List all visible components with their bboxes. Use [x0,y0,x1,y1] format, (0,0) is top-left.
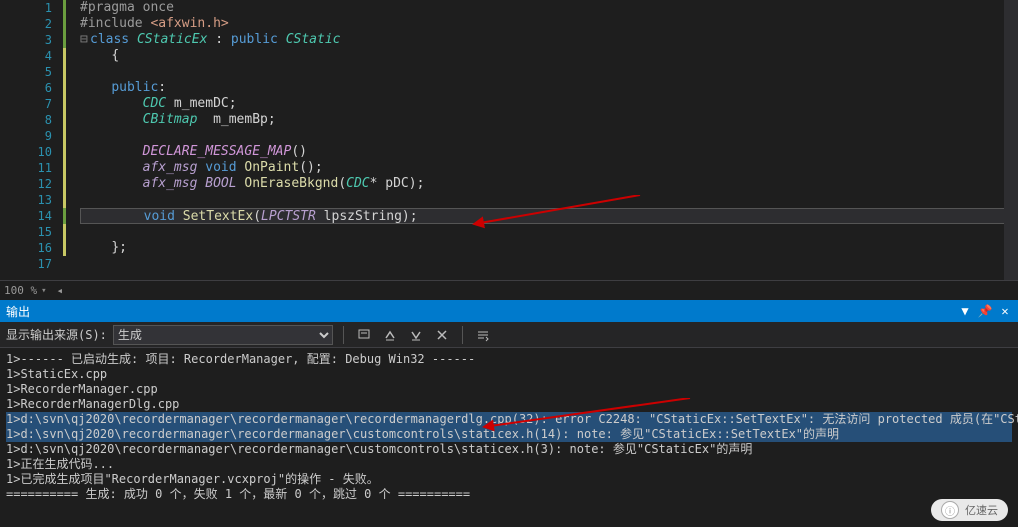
output-panel: 输出 ▼ 📌 ✕ 显示输出来源(S): 生成 1>------ 已启动生成: 项… [0,300,1018,527]
dropdown-icon[interactable]: ▼ [958,304,972,318]
output-line[interactable]: 1>d:\svn\qj2020\recordermanager\recorder… [6,412,1012,427]
watermark-icon: ⓘ [941,501,959,519]
code-line[interactable] [80,256,1018,272]
code-line[interactable] [80,224,1018,240]
code-line[interactable]: CDC m_memDC; [80,96,1018,112]
output-line[interactable]: 1>RecorderManager.cpp [6,382,1012,397]
output-line[interactable]: 1>正在生成代码... [6,457,1012,472]
code-line[interactable] [80,128,1018,144]
code-editor[interactable]: 1234567891011121314151617 #pragma once#i… [0,0,1018,280]
line-number: 13 [0,192,52,208]
output-source-label: 显示输出来源(S): [6,326,107,343]
clear-all-icon[interactable] [432,325,452,345]
output-body[interactable]: 1>------ 已启动生成: 项目: RecorderManager, 配置:… [0,348,1018,527]
line-number: 6 [0,80,52,96]
output-line[interactable]: 1>d:\svn\qj2020\recordermanager\recorder… [6,427,1012,442]
output-line[interactable]: 1>已完成生成项目"RecorderManager.vcxproj"的操作 - … [6,472,1012,487]
fold-icon[interactable]: ⊟ [80,32,90,48]
output-titlebar: 输出 ▼ 📌 ✕ [0,300,1018,322]
code-line[interactable]: ⊟class CStaticEx : public CStatic [80,32,1018,48]
output-line[interactable]: ========== 生成: 成功 0 个，失败 1 个，最新 0 个，跳过 0… [6,487,1012,502]
prev-message-icon[interactable] [380,325,400,345]
output-title-label: 输出 [6,303,30,320]
watermark: ⓘ 亿速云 [931,499,1008,521]
code-line[interactable]: void SetTextEx(LPCTSTR lpszString); [80,208,1018,224]
output-line[interactable]: 1>d:\svn\qj2020\recordermanager\recorder… [6,442,1012,457]
code-line[interactable]: CBitmap m_memBp; [80,112,1018,128]
close-icon[interactable]: ✕ [998,304,1012,318]
line-number: 4 [0,48,52,64]
line-number: 10 [0,144,52,160]
line-number: 5 [0,64,52,80]
pin-icon[interactable]: 📌 [978,304,992,318]
line-number: 12 [0,176,52,192]
find-message-icon[interactable] [354,325,374,345]
change-guide [60,0,80,280]
output-toolbar: 显示输出来源(S): 生成 [0,322,1018,348]
line-number: 9 [0,128,52,144]
vertical-scrollbar[interactable] [1004,0,1018,280]
nav-left-icon[interactable]: ◂ [57,284,64,297]
line-number: 16 [0,240,52,256]
output-line[interactable]: 1>------ 已启动生成: 项目: RecorderManager, 配置:… [6,352,1012,367]
next-message-icon[interactable] [406,325,426,345]
code-area[interactable]: #pragma once#include <afxwin.h>⊟class CS… [80,0,1018,280]
line-number: 15 [0,224,52,240]
code-line[interactable] [80,64,1018,80]
line-number: 17 [0,256,52,272]
output-line[interactable]: 1>StaticEx.cpp [6,367,1012,382]
line-number-gutter: 1234567891011121314151617 [0,0,60,280]
line-number: 3 [0,32,52,48]
code-line[interactable]: afx_msg void OnPaint(); [80,160,1018,176]
zoom-dropdown-icon[interactable]: ▾ [41,286,46,296]
line-number: 2 [0,16,52,32]
output-source-select[interactable]: 生成 [113,325,333,345]
line-number: 14 [0,208,52,224]
line-number: 1 [0,0,52,16]
line-number: 7 [0,96,52,112]
code-line[interactable] [80,192,1018,208]
line-number: 11 [0,160,52,176]
code-line[interactable]: afx_msg BOOL OnEraseBkgnd(CDC* pDC); [80,176,1018,192]
code-line[interactable]: #include <afxwin.h> [80,16,1018,32]
code-line[interactable]: DECLARE_MESSAGE_MAP() [80,144,1018,160]
code-line[interactable]: #pragma once [80,0,1018,16]
code-line[interactable]: public: [80,80,1018,96]
output-line[interactable]: 1>RecorderManagerDlg.cpp [6,397,1012,412]
zoom-bar: 100 % ▾ ◂ [0,280,1018,300]
code-line[interactable]: }; [80,240,1018,256]
code-line[interactable]: { [80,48,1018,64]
line-number: 8 [0,112,52,128]
zoom-value: 100 % [4,284,37,297]
watermark-label: 亿速云 [965,502,998,518]
word-wrap-icon[interactable] [473,325,493,345]
